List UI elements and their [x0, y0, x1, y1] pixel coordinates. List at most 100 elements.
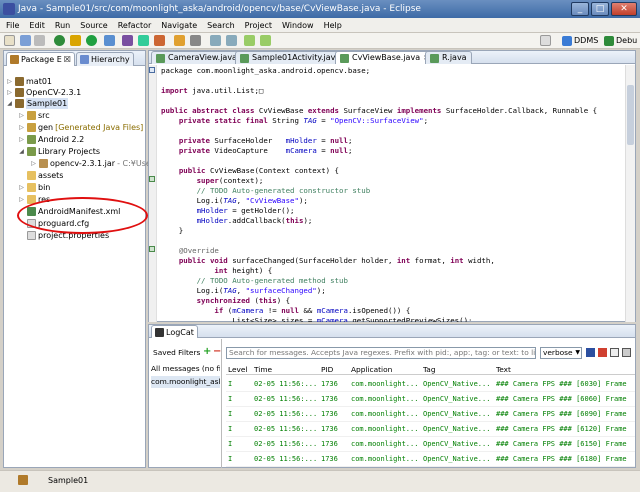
close-tab-icon[interactable]: ☒ [64, 53, 71, 66]
code-token: ; [423, 116, 429, 125]
tree-item-label: assets [38, 171, 64, 180]
scroll-lock-icon[interactable] [610, 348, 619, 357]
tree-item-assets[interactable]: assets [18, 170, 63, 181]
expand-icon[interactable]: ▷ [18, 134, 25, 145]
menu-run[interactable]: Run [55, 21, 70, 30]
column-application[interactable]: Application [351, 364, 392, 375]
remove-filter-icon[interactable]: − [213, 347, 221, 357]
scrollbar-thumb[interactable] [627, 85, 634, 145]
save-icon[interactable] [20, 35, 31, 46]
log-cell: ### Camera FPS ### [6030] Frame [496, 380, 627, 388]
tree-item-bin[interactable]: ▷ bin [18, 182, 50, 193]
forward-icon[interactable] [260, 35, 271, 46]
expand-icon[interactable]: ▷ [18, 182, 25, 193]
menu-help[interactable]: Help [324, 21, 342, 30]
menu-edit[interactable]: Edit [29, 21, 45, 30]
source-code[interactable]: package com.moonlight_aska.android.openc… [161, 65, 621, 322]
new-java-project-icon[interactable] [122, 35, 133, 46]
save-log-icon[interactable] [586, 348, 595, 357]
debug-icon[interactable] [54, 35, 65, 46]
log-row[interactable]: I 02-05 11:56:... 1736 com.moonlight... Open… [226, 392, 635, 407]
logcat-search-input[interactable]: Search for messages. Accepts Java regexe… [226, 347, 536, 359]
log-row[interactable]: I 02-05 11:56:... 1736 com.moonlight... Open… [226, 422, 635, 437]
code-line: mHolder = getHolder(); [161, 206, 295, 216]
log-cell: com.moonlight... [351, 410, 419, 418]
log-cell: 1736 [321, 440, 338, 448]
print-icon[interactable] [34, 35, 45, 46]
tree-item-opencv-jar[interactable]: ▷ opencv-2.3.1.jar - C:¥Users [30, 158, 158, 169]
task-marker-icon[interactable] [149, 246, 155, 252]
column-tag[interactable]: Tag [423, 364, 436, 375]
log-row[interactable]: I 02-05 11:56:... 1736 com.moonlight... Open… [226, 452, 635, 467]
tree-item-src[interactable]: ▷ src [18, 110, 50, 121]
log-row[interactable]: I 02-05 11:56:... 1736 com.moonlight... Open… [226, 437, 635, 452]
filter-app[interactable]: com.moonlight_aska [151, 376, 220, 388]
log-row[interactable]: I 02-05 11:56:... 1736 com.moonlight... Open… [226, 407, 635, 422]
menu-search[interactable]: Search [207, 21, 234, 30]
clear-log-icon[interactable] [598, 348, 607, 357]
perspective-ddms[interactable]: DDMS [562, 35, 598, 47]
column-pid[interactable]: PID [321, 364, 333, 375]
menu-project[interactable]: Project [245, 21, 272, 30]
collapse-icon[interactable]: ◢ [18, 146, 25, 157]
column-text[interactable]: Text [496, 364, 511, 375]
minimize-button[interactable]: _ [571, 2, 589, 16]
expand-icon[interactable]: ▷ [18, 110, 25, 121]
expand-icon[interactable]: ▷ [18, 194, 25, 205]
tree-item-library-projects[interactable]: ◢ Library Projects [18, 146, 100, 157]
close-button[interactable]: ✕ [611, 2, 637, 16]
tree-item-gen[interactable]: ▷ gen [Generated Java Files] [18, 122, 143, 133]
editor-tab-cameraview[interactable]: CameraView.java [151, 51, 242, 64]
tab-hierarchy[interactable]: Hierarchy [76, 52, 134, 66]
next-annotation-icon[interactable] [210, 35, 221, 46]
editor-tab-sample01activity[interactable]: Sample01Activity.java [235, 51, 346, 64]
verbosity-select[interactable]: verbose ▼ [540, 347, 582, 359]
menu-refactor[interactable]: Refactor [118, 21, 152, 30]
external-tools-icon[interactable] [104, 35, 115, 46]
code-token: int [396, 256, 411, 265]
tree-item-android-lib[interactable]: ▷ Android 2.2 [18, 134, 84, 145]
back-icon[interactable] [244, 35, 255, 46]
new-class-icon[interactable] [154, 35, 165, 46]
editor-scrollbar[interactable] [625, 65, 635, 322]
column-level[interactable]: Level [228, 364, 248, 375]
tree-item-mat01[interactable]: ▷ mat01 [6, 76, 52, 87]
display-filter-icon[interactable] [622, 348, 631, 357]
tab-logcat[interactable]: LogCat [151, 325, 198, 338]
previous-annotation-icon[interactable] [226, 35, 237, 46]
code-line: public abstract class CvViewBase extends… [161, 106, 597, 116]
editor-tab-r[interactable]: R.java [425, 51, 472, 64]
tree-item-sample01[interactable]: ◢ Sample01 [6, 98, 69, 109]
editor-tab-cvviewbase[interactable]: CvViewBase.java ✕ [335, 51, 434, 64]
editor-gutter [149, 65, 157, 322]
expand-icon[interactable]: ▷ [30, 158, 37, 169]
menu-window[interactable]: Window [282, 21, 314, 30]
tree-item-opencv[interactable]: ▷ OpenCV-2.3.1 [6, 87, 81, 98]
expand-icon[interactable]: ▷ [6, 76, 13, 87]
maximize-button[interactable]: □ [591, 2, 609, 16]
open-type-icon[interactable] [174, 35, 185, 46]
log-cell: I [228, 455, 233, 463]
expand-icon[interactable]: ▷ [18, 122, 25, 133]
menu-source[interactable]: Source [80, 21, 107, 30]
fold-marker-icon[interactable] [149, 67, 155, 73]
new-package-icon[interactable] [138, 35, 149, 46]
task-marker-icon[interactable] [149, 176, 155, 182]
run-icon[interactable] [86, 35, 97, 46]
filter-all-messages[interactable]: All messages (no fil [151, 363, 220, 375]
perspective-debug[interactable]: Debu [604, 35, 637, 47]
open-perspective-icon[interactable] [540, 35, 551, 46]
search-icon[interactable] [190, 35, 201, 46]
tab-package-explorer[interactable]: Package E ☒ [6, 52, 75, 66]
log-row[interactable]: I 02-05 11:56:... 1736 com.moonlight... Open… [226, 377, 635, 392]
column-time[interactable]: Time [254, 364, 272, 375]
coverage-icon[interactable] [70, 35, 81, 46]
menu-file[interactable]: File [6, 21, 19, 30]
code-token: if [214, 306, 224, 315]
collapse-icon[interactable]: ◢ [6, 98, 13, 109]
expand-icon[interactable]: ▷ [6, 87, 13, 98]
code-token: && [299, 306, 317, 315]
new-icon[interactable] [4, 35, 15, 46]
menu-navigate[interactable]: Navigate [161, 21, 197, 30]
add-filter-icon[interactable]: + [203, 347, 211, 357]
